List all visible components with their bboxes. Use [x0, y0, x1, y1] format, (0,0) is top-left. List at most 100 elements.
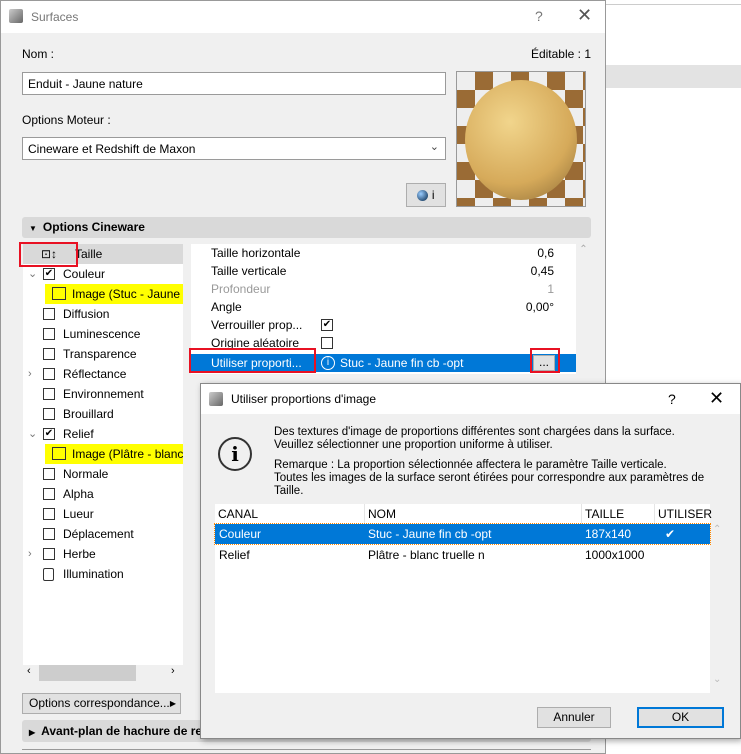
mapping-options-button[interactable]: Options correspondance... ▶	[22, 693, 181, 714]
property-row[interactable]: Taille horizontale 0,6	[191, 244, 576, 262]
scroll-left-icon[interactable]: ‹	[27, 665, 31, 677]
tree-item-label: Illumination	[63, 567, 124, 581]
property-value[interactable]: 0,6	[537, 244, 554, 262]
property-value[interactable]: 0,00°	[526, 298, 554, 316]
checkbox[interactable]: ✔	[43, 428, 55, 440]
checkbox[interactable]	[43, 508, 55, 520]
app-logo-icon	[209, 392, 223, 406]
name-input[interactable]: Enduit - Jaune nature	[22, 72, 446, 95]
tree-item[interactable]: Diffusion	[23, 304, 183, 324]
column-header-taille[interactable]: TAILLE	[582, 504, 655, 524]
checkbox[interactable]: ✔	[321, 319, 333, 331]
checkbox[interactable]	[43, 328, 55, 340]
property-value[interactable]: 0,45	[531, 262, 554, 280]
caret-right-icon: ▶	[169, 699, 176, 708]
caret-right-icon: ▶	[29, 728, 36, 737]
column-header-canal[interactable]: CANAL	[215, 504, 365, 524]
scroll-right-icon[interactable]: ›	[171, 665, 175, 677]
message-text: Des textures d'image de proportions diff…	[274, 426, 714, 502]
cineware-info-button[interactable]: i	[406, 183, 446, 207]
tree-item[interactable]: › Herbe	[23, 544, 183, 564]
message-line: Toutes les images de la surface seront é…	[274, 472, 705, 484]
property-label: Verrouiller prop...	[211, 318, 303, 332]
tree-item[interactable]: Déplacement	[23, 524, 183, 544]
tree-item[interactable]: Transparence	[23, 344, 183, 364]
tree-item-label: Herbe	[63, 547, 96, 561]
channel-tree: ⊡↕ Taille ⌄ ✔ Couleur Image (Stuc - Jaune fi D…	[23, 244, 183, 671]
background-band	[606, 65, 741, 88]
close-button[interactable]: ✕	[709, 388, 724, 409]
tree-hscrollbar[interactable]: ‹ ›	[23, 665, 183, 681]
property-row[interactable]: Verrouiller prop... ✔	[191, 316, 576, 334]
engine-select[interactable]: Cineware et Redshift de Maxon ⌄	[22, 137, 446, 160]
table-row[interactable]: Relief Plâtre - blanc truelle n 1000x100…	[215, 545, 710, 565]
chevron-right-icon[interactable]: ›	[28, 544, 32, 564]
tree-item-label: Couleur	[63, 267, 106, 281]
tree-item[interactable]: Alpha	[23, 484, 183, 504]
close-button[interactable]: ✕	[577, 5, 592, 26]
scroll-down-icon[interactable]: ⌄	[713, 674, 721, 685]
checkbox[interactable]	[43, 468, 55, 480]
section-cineware-header[interactable]: ▼ Options Cineware	[22, 217, 591, 238]
checkbox[interactable]	[43, 408, 55, 420]
tree-item[interactable]: Image (Stuc - Jaune fi	[45, 284, 183, 304]
tree-item[interactable]: Illumination	[23, 564, 183, 584]
cineware-logo-icon	[417, 190, 429, 202]
tree-item[interactable]: Environnement	[23, 384, 183, 404]
help-button[interactable]: ?	[668, 391, 676, 407]
section-hatch-title: Avant-plan de hachure de reco	[41, 724, 217, 738]
image-icon	[52, 287, 66, 300]
material-preview	[456, 71, 586, 207]
tree-item[interactable]: Lueur	[23, 504, 183, 524]
tree-item-label: Luminescence	[63, 327, 141, 341]
info-label: i	[431, 188, 435, 202]
checkbox[interactable]	[43, 548, 55, 560]
chevron-right-icon[interactable]: ›	[28, 364, 32, 384]
app-logo-icon	[9, 9, 23, 23]
checkbox[interactable]	[43, 388, 55, 400]
help-button[interactable]: ?	[535, 8, 543, 24]
scroll-up-icon[interactable]: ⌃	[713, 524, 721, 535]
checkbox[interactable]	[43, 368, 55, 380]
table-row[interactable]: Couleur Stuc - Jaune fin cb -opt 187x140…	[214, 523, 711, 545]
tree-item[interactable]: Image (Plâtre - blanc t	[45, 444, 183, 464]
checkbox[interactable]	[321, 337, 333, 349]
cell-canal: Couleur	[219, 527, 262, 541]
property-label: Taille verticale	[211, 264, 287, 278]
property-row[interactable]: Profondeur 1	[191, 280, 576, 298]
checkbox[interactable]	[43, 528, 55, 540]
checkbox[interactable]: ✔	[43, 268, 55, 280]
check-icon[interactable]: ✔	[665, 524, 675, 544]
scroll-thumb[interactable]	[39, 665, 136, 681]
property-row[interactable]: Taille verticale 0,45	[191, 262, 576, 280]
tree-item[interactable]: ⌄ ✔ Couleur	[23, 264, 183, 284]
tree-item[interactable]: Normale	[23, 464, 183, 484]
chevron-down-icon[interactable]: ⌄	[28, 264, 37, 284]
section-cineware-title: Options Cineware	[42, 220, 145, 234]
column-header-utiliser[interactable]: UTILISER	[655, 504, 712, 524]
background-divider	[606, 4, 741, 5]
tree-item[interactable]: ⌄ ✔ Relief	[23, 424, 183, 444]
property-info-text: Stuc - Jaune fin cb -opt	[340, 356, 464, 370]
checkbox[interactable]	[43, 488, 55, 500]
scroll-up-icon[interactable]: ⌃	[579, 244, 587, 255]
tree-item-label: Environnement	[63, 387, 144, 401]
ok-button[interactable]: OK	[637, 707, 724, 728]
column-header-nom[interactable]: NOM	[365, 504, 582, 524]
tree-item[interactable]: Brouillard	[23, 404, 183, 424]
engine-label: Options Moteur :	[22, 113, 111, 127]
image-proportions-dialog: Utiliser proportions d'image ? ✕ i Des t…	[200, 383, 741, 739]
tree-item[interactable]: › Réflectance	[23, 364, 183, 384]
tree-item[interactable]: Luminescence	[23, 324, 183, 344]
property-row[interactable]: Angle 0,00°	[191, 298, 576, 316]
tree-item-label: Lueur	[63, 507, 94, 521]
cancel-button[interactable]: Annuler	[537, 707, 611, 728]
proportions-table: CANAL NOM TAILLE UTILISER Couleur Stuc -…	[214, 504, 712, 693]
editable-count: Éditable : 1	[530, 47, 591, 61]
checkbox[interactable]	[43, 348, 55, 360]
checkbox[interactable]	[43, 308, 55, 320]
chevron-down-icon[interactable]: ⌄	[28, 424, 37, 444]
property-value[interactable]: 1	[547, 280, 554, 298]
tree-item-label: Alpha	[63, 487, 94, 501]
message-line: Veuillez sélectionner une proportion uni…	[274, 439, 553, 451]
